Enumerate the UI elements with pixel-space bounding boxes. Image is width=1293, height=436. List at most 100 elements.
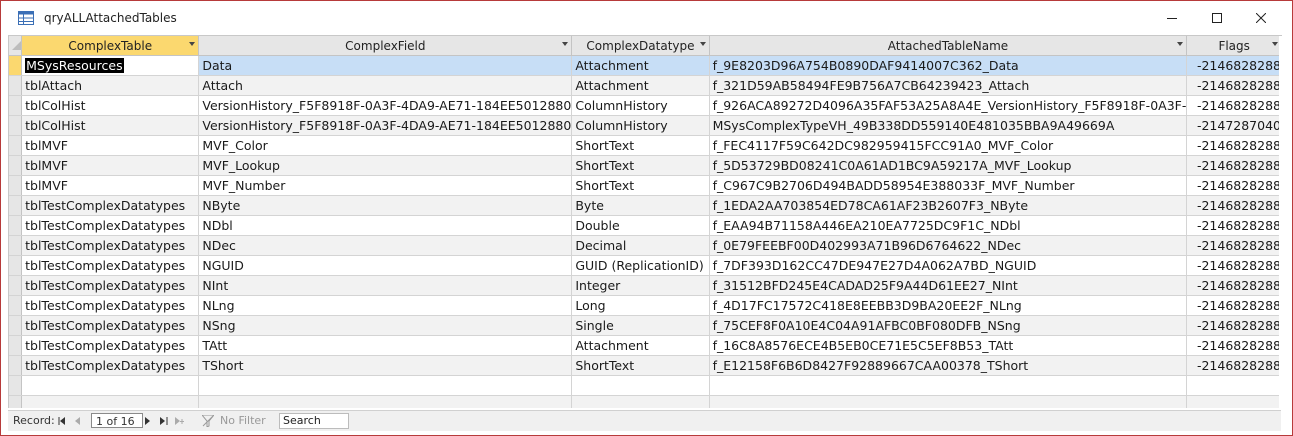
cell-complexdatatype[interactable]: ShortText xyxy=(571,355,710,376)
cell-complextable[interactable]: tblTestComplexDatatypes xyxy=(21,315,200,336)
cell-complexdatatype[interactable]: Integer xyxy=(571,275,710,296)
cell-attachedtablename[interactable]: f_0E79FEEBF00D402993A71B96D6764622_NDec xyxy=(709,235,1188,256)
cell-complexfield[interactable]: NGUID xyxy=(198,255,573,276)
cell-attachedtablename[interactable]: f_9E8203D96A754B0890DAF9414007C362_Data xyxy=(709,55,1188,76)
column-header-attachedtablename[interactable]: AttachedTableName xyxy=(709,36,1188,56)
cell-complextable[interactable]: tblTestComplexDatatypes xyxy=(21,275,200,296)
column-header-complexdatatype[interactable]: ComplexDatatype xyxy=(571,36,710,56)
maximize-button[interactable] xyxy=(1195,1,1239,35)
column-dropdown-icon[interactable] xyxy=(1177,42,1184,46)
cell-flags[interactable]: -2146828288 xyxy=(1186,135,1282,156)
cell-attachedtablename[interactable]: f_5D53729BD08241C0A61AD1BC9A59217A_MVF_L… xyxy=(709,155,1188,176)
cell-complexdatatype[interactable]: Attachment xyxy=(571,55,710,76)
column-header-complextable[interactable]: ComplexTable xyxy=(21,36,200,56)
table-row[interactable]: tblTestComplexDatatypes NByte Byte f_1EDA2A… xyxy=(9,195,1282,216)
cell-complextable[interactable]: tblTestComplexDatatypes xyxy=(21,235,200,256)
cell-complexfield[interactable]: NSng xyxy=(198,315,573,336)
cell-attachedtablename[interactable]: f_EAA94B71158A446EA210EA7725DC9F1C_NDbl xyxy=(709,215,1188,236)
cell-complextable[interactable]: tblColHist xyxy=(21,115,200,136)
cell-attachedtablename[interactable]: f_16C8A8576ECE4B5EB0CE71E5C5EF8B53_TAtt xyxy=(709,335,1188,356)
cell-flags[interactable]: -2146828288 xyxy=(1186,255,1282,276)
row-selector[interactable] xyxy=(9,295,23,316)
row-selector[interactable] xyxy=(9,135,23,156)
cell-complexfield[interactable]: NInt xyxy=(198,275,573,296)
row-selector[interactable] xyxy=(9,175,23,196)
table-row[interactable]: tblColHist VersionHistory_F5F8918F-0A3F-4… xyxy=(9,95,1282,116)
row-selector[interactable] xyxy=(9,155,23,176)
row-selector[interactable] xyxy=(9,195,23,216)
cell-complexfield[interactable]: NLng xyxy=(198,295,573,316)
row-selector[interactable] xyxy=(9,75,23,96)
cell-complexdatatype[interactable]: Double xyxy=(571,215,710,236)
cell-complextable[interactable]: MSysResources xyxy=(21,55,200,76)
close-button[interactable] xyxy=(1239,1,1283,35)
cell-complexdatatype[interactable]: Single xyxy=(571,315,710,336)
cell-flags[interactable]: -2146828288 xyxy=(1186,295,1282,316)
row-selector[interactable] xyxy=(9,95,23,116)
cell-complexdatatype[interactable]: ShortText xyxy=(571,155,710,176)
cell-complexdatatype[interactable]: Byte xyxy=(571,195,710,216)
cell-complexfield[interactable]: MVF_Color xyxy=(198,135,573,156)
cell-attachedtablename[interactable]: f_4D17FC17572C418E8EEBB3D9BA20EE2F_NLng xyxy=(709,295,1188,316)
table-row[interactable]: tblMVF MVF_Color ShortText f_FEC4117F59C642… xyxy=(9,135,1282,156)
cell-complexdatatype[interactable]: GUID (ReplicationID) xyxy=(571,255,710,276)
table-row[interactable]: tblTestComplexDatatypes NInt Integer f_3151… xyxy=(9,275,1282,296)
column-dropdown-icon[interactable] xyxy=(562,42,569,46)
table-row[interactable]: tblTestComplexDatatypes NLng Long f_4D17FC1… xyxy=(9,295,1282,316)
table-row[interactable]: tblTestComplexDatatypes NDbl Double f_EAA94… xyxy=(9,215,1282,236)
table-row[interactable]: tblTestComplexDatatypes NSng Single f_75CEF… xyxy=(9,315,1282,336)
cell-flags[interactable]: -2146828288 xyxy=(1186,355,1282,376)
next-record-icon[interactable] xyxy=(142,414,154,428)
row-selector[interactable] xyxy=(9,355,23,376)
cell-complexfield[interactable]: MVF_Lookup xyxy=(198,155,573,176)
cell-complexdatatype[interactable]: ShortText xyxy=(571,135,710,156)
table-row[interactable]: MSysResources Data Attachment f_9E8203D96A7… xyxy=(9,55,1282,76)
cell-complexdatatype[interactable]: Attachment xyxy=(571,335,710,356)
table-row[interactable]: tblMVF MVF_Number ShortText f_C967C9B2706D4… xyxy=(9,175,1282,196)
new-record-icon[interactable] xyxy=(174,414,186,428)
minimize-button[interactable] xyxy=(1150,1,1194,35)
cell-flags[interactable]: -2146828288 xyxy=(1186,75,1282,96)
cell-complexfield[interactable]: Data xyxy=(198,55,573,76)
row-selector[interactable] xyxy=(9,255,23,276)
column-dropdown-icon[interactable] xyxy=(1272,42,1278,46)
cell-attachedtablename[interactable]: f_75CEF8F0A10E4C04A91AFBC0BF080DFB_NSng xyxy=(709,315,1188,336)
row-selector[interactable] xyxy=(9,275,23,296)
table-row[interactable]: tblTestComplexDatatypes TShort ShortText f_… xyxy=(9,355,1282,376)
last-record-icon[interactable] xyxy=(158,414,170,428)
row-selector[interactable] xyxy=(9,215,23,236)
table-row[interactable]: tblTestComplexDatatypes NGUID GUID (Replic… xyxy=(9,255,1282,276)
cell-complexfield[interactable]: VersionHistory_F5F8918F-0A3F-4DA9-AE71-1… xyxy=(198,95,573,116)
row-selector[interactable] xyxy=(9,335,23,356)
cell-complexdatatype[interactable]: ColumnHistory xyxy=(571,115,710,136)
cell-complextable[interactable]: tblMVF xyxy=(21,175,200,196)
column-dropdown-icon[interactable] xyxy=(699,42,706,46)
cell-complexdatatype[interactable]: ColumnHistory xyxy=(571,95,710,116)
first-record-icon[interactable] xyxy=(56,414,68,428)
cell-complexfield[interactable]: NByte xyxy=(198,195,573,216)
table-row[interactable]: tblTestComplexDatatypes TAtt Attachment f_1… xyxy=(9,335,1282,356)
row-selector[interactable] xyxy=(9,115,23,136)
current-record-field[interactable]: 1 of 16 xyxy=(91,413,143,428)
cell-complexfield[interactable]: MVF_Number xyxy=(198,175,573,196)
column-header-complexfield[interactable]: ComplexField xyxy=(198,36,573,56)
cell-flags[interactable]: -2147287040 xyxy=(1186,115,1282,136)
cell-attachedtablename[interactable]: f_7DF393D162CC47DE947E27D4A062A7BD_NGUID xyxy=(709,255,1188,276)
cell-flags[interactable]: -2146828288 xyxy=(1186,175,1282,196)
cell-complextable[interactable]: tblTestComplexDatatypes xyxy=(21,295,200,316)
previous-record-icon[interactable] xyxy=(72,414,84,428)
table-row[interactable]: tblAttach Attach Attachment f_321D59AB58494… xyxy=(9,75,1282,96)
cell-attachedtablename[interactable]: f_321D59AB58494FE9B756A7CB64239423_Attac… xyxy=(709,75,1188,96)
cell-complexfield[interactable]: Attach xyxy=(198,75,573,96)
search-input[interactable]: Search xyxy=(279,413,349,429)
cell-flags[interactable]: -2146828288 xyxy=(1186,195,1282,216)
cell-complextable[interactable]: tblTestComplexDatatypes xyxy=(21,355,200,376)
cell-flags[interactable]: -2146828288 xyxy=(1186,155,1282,176)
row-selector[interactable] xyxy=(9,315,23,336)
cell-attachedtablename[interactable]: f_1EDA2AA703854ED78CA61AF23B2607F3_NByte xyxy=(709,195,1188,216)
cell-attachedtablename[interactable]: f_E12158F6B6D8427F92889667CAA00378_TShor… xyxy=(709,355,1188,376)
row-selector[interactable] xyxy=(9,55,23,76)
cell-complextable[interactable]: tblTestComplexDatatypes xyxy=(21,215,200,236)
cell-flags[interactable]: -2146828288 xyxy=(1186,215,1282,236)
cell-complexdatatype[interactable]: Long xyxy=(571,295,710,316)
